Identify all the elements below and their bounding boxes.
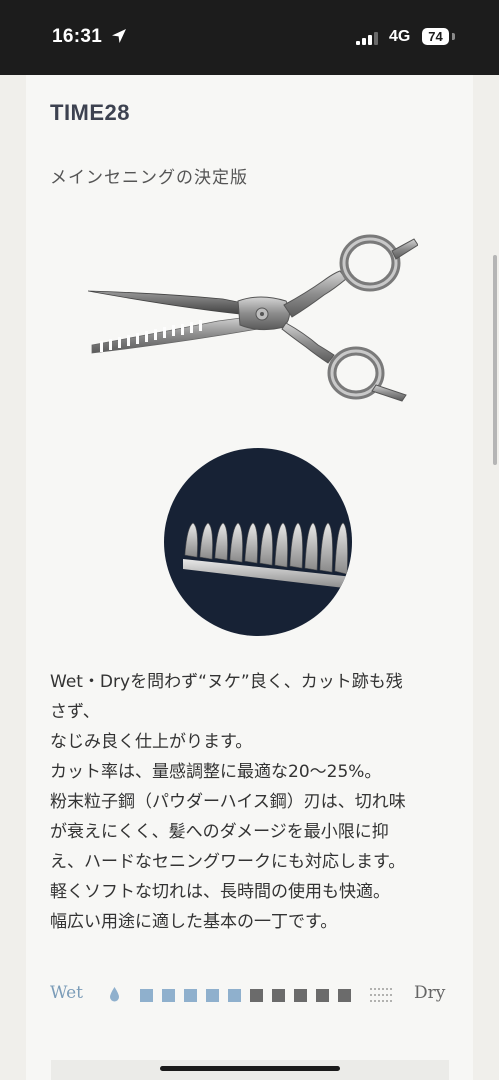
product-description: Wet・Dryを問わず“ヌケ”良く、カット跡も残 さず、 なじみ良く仕上がります… — [50, 667, 450, 937]
description-line: カット率は、量感調整に最適な20〜25%。 — [50, 762, 382, 782]
description-line: さず、 — [50, 702, 100, 722]
home-indicator[interactable] — [160, 1066, 340, 1071]
scale-square — [294, 989, 307, 1002]
network-type: 4G — [389, 28, 411, 45]
status-time: 16:31 — [52, 26, 103, 47]
product-title: TIME28 — [50, 100, 131, 125]
scale-square — [206, 989, 219, 1002]
product-subtitle: メインセニングの決定版 — [50, 168, 248, 188]
description-line: なじみ良く仕上がります。 — [50, 732, 253, 752]
product-card: TIME28 メインセニングの決定版 Wet・Dryを問わず“ヌケ”良く、カット… — [26, 75, 473, 1080]
scale-square — [338, 989, 351, 1002]
scale-square — [228, 989, 241, 1002]
battery-level: 74 — [422, 28, 449, 45]
description-line: 軽くソフトな切れは、長時間の使用も快適。 — [50, 882, 390, 902]
battery-cap — [452, 33, 455, 40]
description-line: 幅広い用途に適した基本の一丁です。 — [50, 912, 338, 932]
dry-wind-icon — [370, 988, 392, 1002]
thinning-scissors-image — [88, 234, 418, 402]
scale-square — [184, 989, 197, 1002]
scale-square — [272, 989, 285, 1002]
location-arrow-icon — [112, 29, 126, 43]
scale-square — [162, 989, 175, 1002]
cellular-signal-icon — [356, 32, 378, 45]
blade-teeth-closeup-image — [164, 448, 352, 636]
wet-dry-scale: Wet Dry — [50, 983, 450, 1007]
status-bar: 16:31 4G 74 — [0, 0, 499, 75]
wet-label: Wet — [50, 983, 83, 1003]
water-drop-icon — [110, 987, 119, 1002]
scale-square — [140, 989, 153, 1002]
description-line: え、ハードなセニングワークにも対応します。 — [50, 852, 406, 872]
description-line: Wet・Dryを問わず“ヌケ”良く、カット跡も残 — [50, 672, 403, 692]
description-line: が衰えにくく、髪へのダメージを最小限に抑 — [50, 822, 389, 842]
scale-square — [250, 989, 263, 1002]
scrollbar[interactable] — [493, 255, 497, 465]
description-line: 粉末粒子鋼（パウダーハイス鋼）刃は、切れ味 — [50, 792, 406, 812]
scale-square — [316, 989, 329, 1002]
dry-label: Dry — [414, 983, 446, 1003]
